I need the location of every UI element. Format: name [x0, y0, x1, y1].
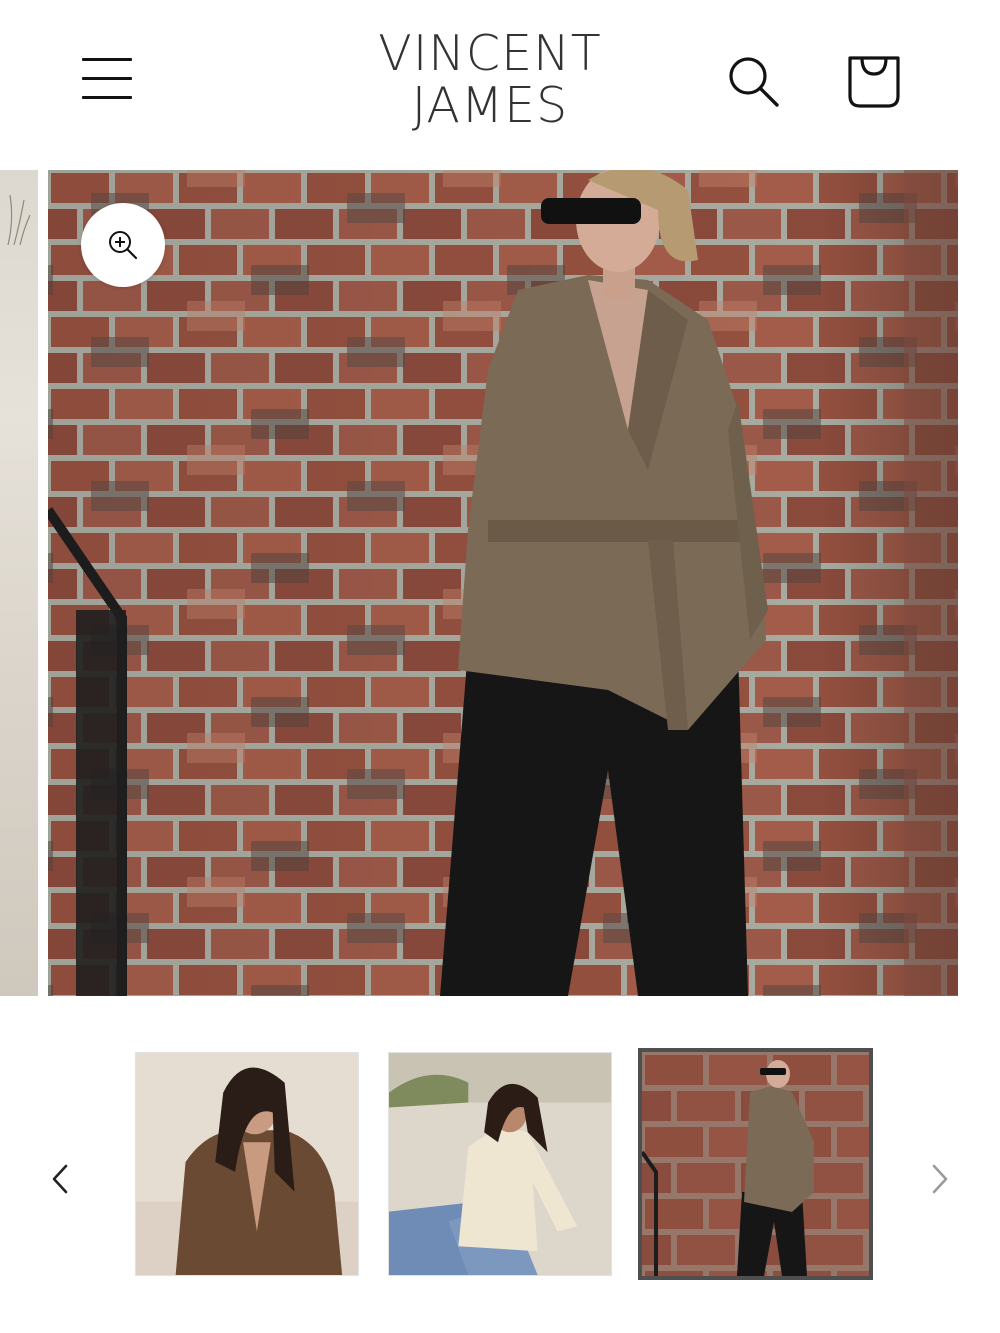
menu-line	[82, 58, 132, 61]
thumbnail-image-brown-cardigan	[136, 1053, 358, 1275]
chevron-left-icon[interactable]	[40, 1154, 80, 1204]
chevron-right-icon[interactable]	[920, 1154, 960, 1204]
thumbnail-3-active[interactable]	[638, 1048, 873, 1280]
search-icon[interactable]	[724, 52, 784, 112]
thumbnail-image-cream-cardigan	[389, 1053, 611, 1275]
thumbnail-1[interactable]	[135, 1052, 359, 1276]
product-photo-brick-wall	[48, 170, 958, 996]
menu-line	[82, 96, 132, 99]
menu-line	[82, 77, 132, 80]
site-logo[interactable]: VINCENT JAMES	[340, 28, 640, 132]
thumbnail-image-taupe-cardigan	[642, 1052, 869, 1276]
zoom-in-icon[interactable]	[81, 203, 165, 287]
logo-line-2: JAMES	[411, 77, 569, 134]
previous-slide-peek	[0, 170, 38, 996]
thumbnail-2[interactable]	[388, 1052, 612, 1276]
shopping-bag-icon[interactable]	[842, 50, 906, 114]
main-product-image[interactable]	[48, 170, 958, 996]
site-header: VINCENT JAMES	[0, 0, 1000, 168]
logo-line-1: VINCENT	[378, 25, 602, 82]
hamburger-menu-icon[interactable]	[78, 52, 136, 108]
